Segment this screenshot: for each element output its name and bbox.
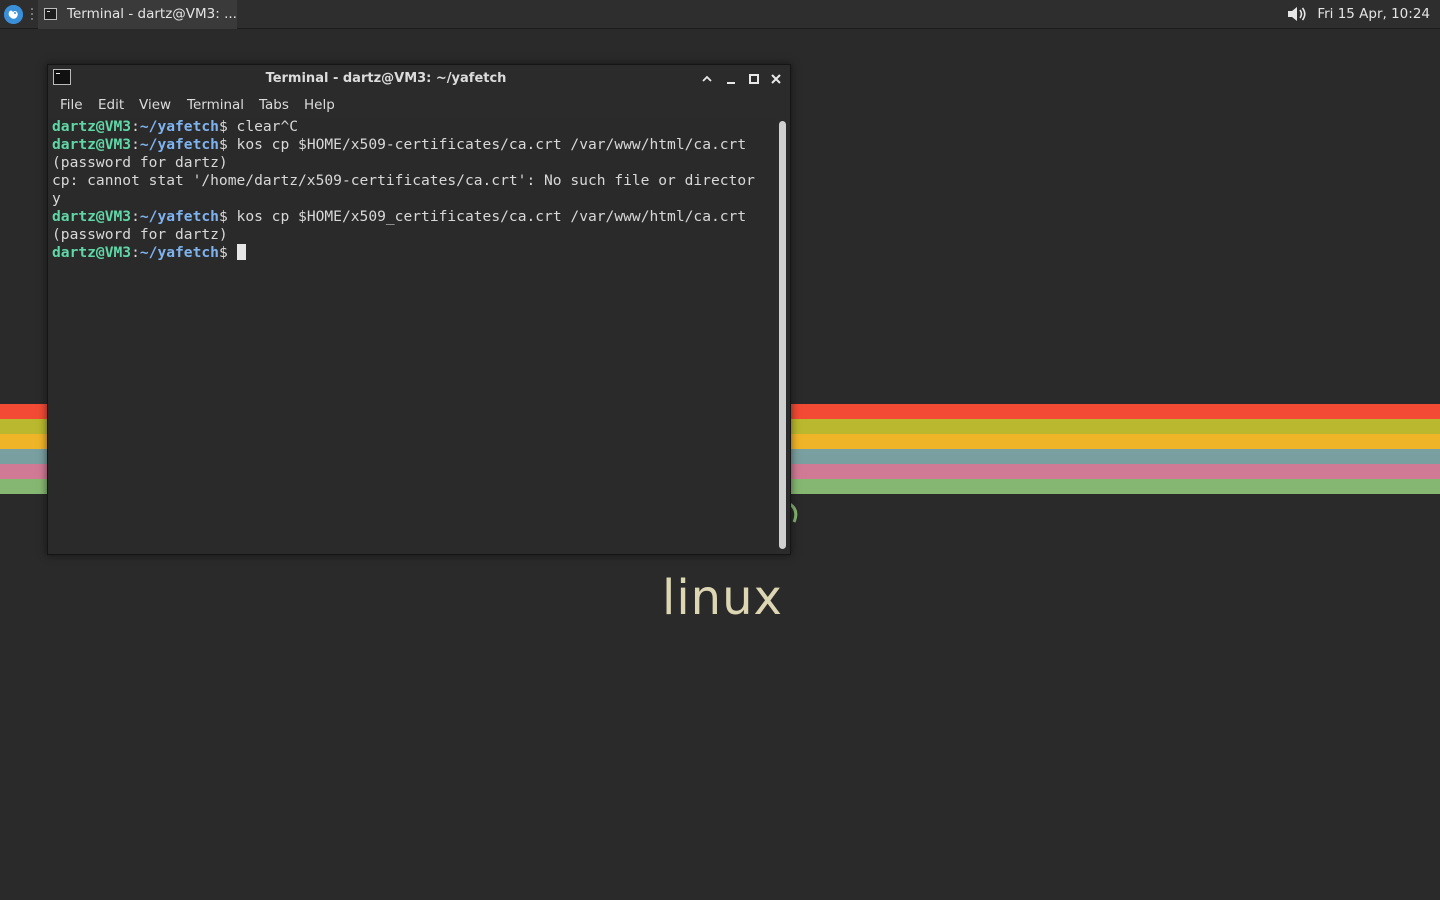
terminal-line: (password for dartz) xyxy=(52,226,755,244)
app-menu-icon[interactable] xyxy=(4,5,23,24)
taskbar-item-terminal[interactable]: Terminal - dartz@VM3: ... xyxy=(38,0,237,29)
terminal-icon xyxy=(44,8,57,20)
output-text: cp: cannot stat '/home/dartz/x509-certif… xyxy=(52,172,755,189)
wallpaper-logo-text: linux xyxy=(662,570,783,626)
prompt-separator: : xyxy=(131,118,140,135)
menu-file[interactable]: File xyxy=(60,97,83,113)
terminal-line: dartz@VM3:~/yafetch$ kos cp $HOME/x509-c… xyxy=(52,136,755,154)
terminal-line: cp: cannot stat '/home/dartz/x509-certif… xyxy=(52,172,755,190)
prompt-symbol: $ xyxy=(218,244,237,261)
output-text: (password for dartz) xyxy=(52,226,228,243)
top-panel: Terminal - dartz@VM3: ... Fri 15 Apr, 10… xyxy=(0,0,1440,29)
minimize-button[interactable] xyxy=(724,72,738,86)
window-titlebar[interactable]: Terminal - dartz@VM3: ~/yafetch xyxy=(48,65,790,93)
terminal-line: (password for dartz) xyxy=(52,154,755,172)
menu-view[interactable]: View xyxy=(139,97,171,113)
terminal-scrollbar[interactable] xyxy=(776,118,790,554)
prompt-user: dartz@VM3 xyxy=(52,118,132,135)
prompt-separator: : xyxy=(131,136,140,153)
maximize-button[interactable] xyxy=(747,72,761,86)
output-text: y xyxy=(52,190,61,207)
command-text: kos cp $HOME/x509-certificates/ca.crt /v… xyxy=(236,136,747,153)
prompt-symbol: $ xyxy=(218,136,237,153)
terminal-cursor xyxy=(236,244,246,260)
close-button[interactable] xyxy=(769,72,783,86)
prompt-user: dartz@VM3 xyxy=(52,244,132,261)
panel-separator xyxy=(30,8,34,21)
menu-help[interactable]: Help xyxy=(304,97,335,113)
prompt-separator: : xyxy=(131,244,140,261)
menu-bar: File Edit View Terminal Tabs Help xyxy=(48,93,790,117)
prompt-path: ~/yafetch xyxy=(139,136,219,153)
terminal-line: dartz@VM3:~/yafetch$ xyxy=(52,244,755,262)
prompt-path: ~/yafetch xyxy=(139,118,219,135)
taskbar-label: Terminal - dartz@VM3: ... xyxy=(67,6,237,22)
prompt-separator: : xyxy=(131,208,140,225)
terminal-line: y xyxy=(52,190,755,208)
menu-terminal[interactable]: Terminal xyxy=(187,97,244,113)
window-title: Terminal - dartz@VM3: ~/yafetch xyxy=(265,71,507,86)
output-text: (password for dartz) xyxy=(52,154,228,171)
terminal-output[interactable]: dartz@VM3:~/yafetch$ clear^C dartz@VM3:~/… xyxy=(48,118,776,554)
scrollbar-thumb[interactable] xyxy=(779,121,786,549)
prompt-symbol: $ xyxy=(218,208,237,225)
menu-edit[interactable]: Edit xyxy=(98,97,124,113)
prompt-path: ~/yafetch xyxy=(139,244,219,261)
terminal-line: dartz@VM3:~/yafetch$ kos cp $HOME/x509_c… xyxy=(52,208,755,226)
prompt-user: dartz@VM3 xyxy=(52,208,132,225)
volume-icon[interactable] xyxy=(1286,5,1308,23)
prompt-user: dartz@VM3 xyxy=(52,136,132,153)
menu-tabs[interactable]: Tabs xyxy=(259,97,289,113)
prompt-path: ~/yafetch xyxy=(139,208,219,225)
prompt-symbol: $ xyxy=(218,118,237,135)
shade-button[interactable] xyxy=(700,72,714,86)
terminal-window[interactable]: Terminal - dartz@VM3: ~/yafetch File Edi… xyxy=(47,64,791,555)
command-text: clear^C xyxy=(236,118,299,135)
clock[interactable]: Fri 15 Apr, 10:24 xyxy=(1317,6,1430,22)
terminal-line: dartz@VM3:~/yafetch$ clear^C xyxy=(52,118,755,136)
terminal-text: dartz@VM3:~/yafetch$ clear^C dartz@VM3:~/… xyxy=(52,118,755,262)
command-text: kos cp $HOME/x509_certificates/ca.crt /v… xyxy=(236,208,747,225)
